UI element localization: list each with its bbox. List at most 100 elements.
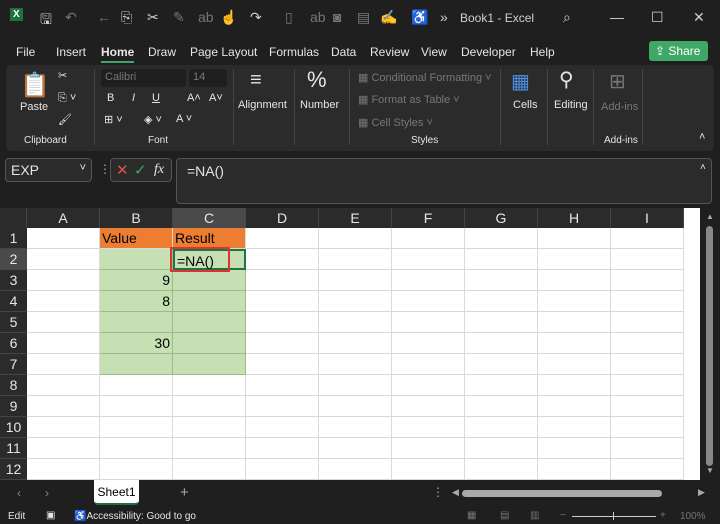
conditional-formatting-button[interactable]: ▦ Conditional Formatting ˅	[358, 71, 492, 84]
cell-H7[interactable]	[538, 354, 611, 375]
cell-C6[interactable]	[173, 333, 246, 354]
column-header-D[interactable]: D	[246, 208, 319, 228]
column-header-G[interactable]: G	[465, 208, 538, 228]
close-icon[interactable]: ✕	[693, 9, 705, 26]
cell-C7[interactable]	[173, 354, 246, 375]
prev-sheet-icon[interactable]: ‹	[17, 486, 21, 500]
cell-D3[interactable]	[246, 270, 319, 291]
cell-B10[interactable]	[100, 417, 173, 438]
cell-G9[interactable]	[465, 396, 538, 417]
cell-H3[interactable]	[538, 270, 611, 291]
sheet-tab-sheet1[interactable]: Sheet1	[94, 480, 139, 505]
italic-icon[interactable]: I	[132, 92, 135, 104]
enter-icon[interactable]: ✓	[134, 161, 147, 179]
zoom-level[interactable]: 100%	[680, 511, 706, 522]
number-button[interactable]: Number	[300, 99, 339, 111]
next-sheet-icon[interactable]: ›	[45, 486, 49, 500]
cell-E1[interactable]	[319, 228, 392, 249]
cell-C8[interactable]	[173, 375, 246, 396]
cell-B12[interactable]	[100, 459, 173, 480]
cell-I1[interactable]	[611, 228, 684, 249]
cell-A7[interactable]	[27, 354, 100, 375]
cell-G3[interactable]	[465, 270, 538, 291]
touch-mode-icon[interactable]: ☝	[220, 9, 237, 26]
format-painter-icon[interactable]: 🖌	[58, 113, 72, 126]
cell-A1[interactable]	[27, 228, 100, 249]
cancel-icon[interactable]: ✕	[116, 161, 129, 179]
cell-A12[interactable]	[27, 459, 100, 480]
cell-B4[interactable]: 8	[100, 291, 173, 312]
cell-I8[interactable]	[611, 375, 684, 396]
macro-icon[interactable]: ▣	[46, 510, 55, 521]
formula-input[interactable]: =NA()	[176, 158, 712, 204]
cell-F6[interactable]	[392, 333, 465, 354]
share-button[interactable]: ⇪ Share	[649, 41, 708, 61]
column-header-C[interactable]: C	[173, 208, 246, 228]
cell-D10[interactable]	[246, 417, 319, 438]
cell-G6[interactable]	[465, 333, 538, 354]
scroll-right-icon[interactable]: ▶	[698, 487, 705, 498]
cell-B5[interactable]	[100, 312, 173, 333]
collapse-ribbon-icon[interactable]: ˄	[699, 131, 705, 143]
row-header-2[interactable]: 2	[0, 249, 27, 270]
column-header-B[interactable]: B	[100, 208, 173, 228]
undo-icon[interactable]: ↶	[65, 9, 77, 26]
row-header-4[interactable]: 4	[0, 291, 27, 312]
add-ins-button[interactable]: Add-ins	[601, 101, 638, 113]
cell-D7[interactable]	[246, 354, 319, 375]
row-header-11[interactable]: 11	[0, 438, 27, 459]
cell-C4[interactable]	[173, 291, 246, 312]
tab-data[interactable]: Data	[331, 45, 356, 59]
vertical-scroll-thumb[interactable]	[706, 226, 713, 466]
cell-E5[interactable]	[319, 312, 392, 333]
increase-font-icon[interactable]: A˄	[187, 92, 201, 104]
name-box[interactable]: EXP ˅	[5, 158, 92, 182]
cell-F2[interactable]	[392, 249, 465, 270]
cell-E3[interactable]	[319, 270, 392, 291]
cell-G12[interactable]	[465, 459, 538, 480]
vertical-scrollbar[interactable]: ▲ ▼	[700, 208, 720, 480]
cell-E4[interactable]	[319, 291, 392, 312]
row-header-12[interactable]: 12	[0, 459, 27, 480]
cell-A10[interactable]	[27, 417, 100, 438]
cell-B6[interactable]: 30	[100, 333, 173, 354]
cell-G7[interactable]	[465, 354, 538, 375]
cell-D9[interactable]	[246, 396, 319, 417]
cell-I4[interactable]	[611, 291, 684, 312]
cell-E2[interactable]	[319, 249, 392, 270]
cell-A4[interactable]	[27, 291, 100, 312]
cell-F11[interactable]	[392, 438, 465, 459]
cell-H4[interactable]	[538, 291, 611, 312]
form-icon[interactable]: ▤	[357, 9, 370, 26]
paste-button[interactable]: Paste	[20, 101, 48, 113]
cell-A6[interactable]	[27, 333, 100, 354]
cell-B7[interactable]	[100, 354, 173, 375]
borders-icon[interactable]: ⊞ ˅	[104, 113, 123, 126]
tab-page-layout[interactable]: Page Layout	[190, 45, 257, 59]
cell-E10[interactable]	[319, 417, 392, 438]
cell-I11[interactable]	[611, 438, 684, 459]
underline-icon[interactable]: U	[152, 92, 160, 104]
scroll-left-icon[interactable]: ◀	[452, 487, 459, 498]
cell-G8[interactable]	[465, 375, 538, 396]
cell-E11[interactable]	[319, 438, 392, 459]
cell-E12[interactable]	[319, 459, 392, 480]
accessibility-status[interactable]: ♿Accessibility: Good to go	[74, 511, 196, 522]
cell-G5[interactable]	[465, 312, 538, 333]
alignment-button[interactable]: Alignment	[238, 99, 287, 111]
row-header-7[interactable]: 7	[0, 354, 27, 375]
cell-A2[interactable]	[27, 249, 100, 270]
new-icon[interactable]: ▯	[285, 9, 293, 26]
worksheet-grid[interactable]: A B C D E F G H I 1 Value Result 2 =NA() 3 9 4 8 5 6 30 7 8 9 10…	[0, 208, 700, 480]
cell-I2[interactable]	[611, 249, 684, 270]
cell-D12[interactable]	[246, 459, 319, 480]
cell-F3[interactable]	[392, 270, 465, 291]
scroll-up-icon[interactable]: ▲	[706, 212, 714, 221]
cell-A8[interactable]	[27, 375, 100, 396]
cell-I12[interactable]	[611, 459, 684, 480]
cell-H1[interactable]	[538, 228, 611, 249]
zoom-slider-thumb[interactable]	[613, 512, 614, 520]
back-icon[interactable]: ←	[97, 9, 111, 25]
cell-E6[interactable]	[319, 333, 392, 354]
spelling-icon[interactable]: ab	[198, 9, 214, 25]
